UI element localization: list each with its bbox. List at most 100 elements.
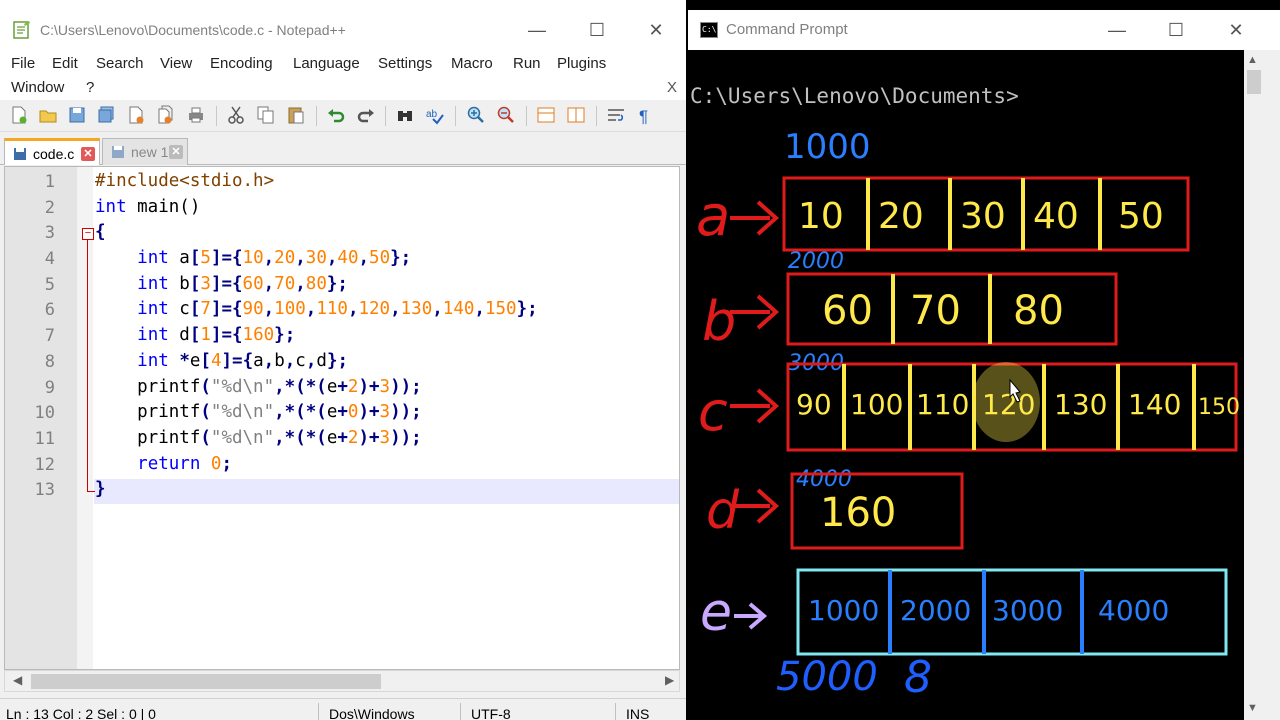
minimize-button[interactable]: — xyxy=(522,16,552,44)
find-icon[interactable] xyxy=(395,105,415,125)
array-d-annotation: d 4000 160 xyxy=(706,467,964,550)
line-number: 9 xyxy=(44,378,55,398)
array-e-annotation: e 1000 2000 3000 4000 5000 8 xyxy=(700,568,1228,703)
close-button[interactable]: ✕ xyxy=(641,16,671,44)
maximize-button[interactable]: ☐ xyxy=(582,16,612,44)
menu-run[interactable]: Run xyxy=(513,55,541,72)
print-icon[interactable] xyxy=(186,105,206,125)
fold-toggle-icon[interactable]: − xyxy=(82,228,94,240)
cmd-window-title: Command Prompt xyxy=(726,21,848,38)
code-line-5: int b[3]={60,70,80}; xyxy=(137,274,348,294)
array-cells: 60 70 80 xyxy=(822,288,1064,334)
cmd-vertical-scrollbar[interactable]: ▲ ▼ xyxy=(1244,50,1280,720)
scrollbar-thumb[interactable] xyxy=(31,674,381,689)
cell-value: 140 xyxy=(1128,388,1181,421)
tab-label: new 1 xyxy=(131,144,169,160)
cell-value: 110 xyxy=(916,388,969,421)
sync-horizontal-icon[interactable] xyxy=(566,105,586,125)
scrollbar-thumb[interactable] xyxy=(1247,70,1261,94)
menu-edit[interactable]: Edit xyxy=(52,55,78,72)
copy-icon[interactable] xyxy=(256,105,276,125)
zoom-out-icon[interactable] xyxy=(496,105,516,125)
menu-view[interactable]: View xyxy=(160,55,192,72)
code-editor[interactable]: − 1 2 3 4 5 6 7 8 9 10 11 12 13 #include… xyxy=(4,166,680,670)
menu-search[interactable]: Search xyxy=(96,55,144,72)
fold-range-line xyxy=(87,240,88,492)
insert-mode: INS xyxy=(626,706,650,720)
code-line-3: { xyxy=(95,222,106,242)
label-b: b xyxy=(702,290,736,353)
horizontal-scrollbar[interactable]: ◀ ▶ xyxy=(4,670,680,692)
new-file-icon[interactable] xyxy=(9,105,29,125)
show-all-characters-icon[interactable]: ¶ xyxy=(636,105,656,125)
scroll-left-icon[interactable]: ◀ xyxy=(13,673,22,687)
open-file-icon[interactable] xyxy=(38,105,58,125)
address-b: 2000 xyxy=(788,249,844,274)
svg-text:¶: ¶ xyxy=(639,107,648,125)
undo-icon[interactable] xyxy=(326,105,346,125)
notepad-plus-plus-icon xyxy=(13,21,30,39)
minimize-button[interactable]: — xyxy=(1102,16,1132,44)
cell-value: 3000 xyxy=(992,594,1063,627)
pointer-array-size: 8 xyxy=(904,652,932,703)
cut-icon[interactable] xyxy=(226,105,246,125)
close-document-button[interactable]: X xyxy=(667,79,677,96)
line-number: 2 xyxy=(44,198,55,218)
code-line-6: int c[7]={90,100,110,120,130,140,150}; xyxy=(137,299,538,319)
save-all-icon[interactable] xyxy=(96,105,116,125)
close-button[interactable]: ✕ xyxy=(1221,16,1251,44)
toolbar-separator xyxy=(316,106,317,126)
scroll-right-icon[interactable]: ▶ xyxy=(665,673,674,687)
scroll-down-icon[interactable]: ▼ xyxy=(1247,702,1258,714)
menu-plugins[interactable]: Plugins xyxy=(557,55,606,72)
cell-value: 10 xyxy=(798,196,844,237)
line-number: 7 xyxy=(44,326,55,346)
menu-language[interactable]: Language xyxy=(293,55,360,72)
code-line-8: int *e[4]={a,b,c,d}; xyxy=(137,351,349,371)
save-status-icon xyxy=(14,148,26,160)
scroll-up-icon[interactable]: ▲ xyxy=(1247,54,1258,66)
cell-value: 160 xyxy=(820,490,896,536)
word-wrap-icon[interactable] xyxy=(606,105,626,125)
tab-code-c[interactable]: code.c ✕ xyxy=(4,138,100,165)
fold-margin xyxy=(77,167,93,669)
paste-icon[interactable] xyxy=(286,105,306,125)
code-line-10: printf("%d\n",*(*(e+0)+3)); xyxy=(95,402,422,422)
tab-new-1[interactable]: new 1 ✕ xyxy=(102,138,188,165)
cell-value: 70 xyxy=(910,288,961,334)
menu-file[interactable]: File xyxy=(11,55,35,72)
save-icon[interactable] xyxy=(67,105,87,125)
close-tab-icon[interactable]: ✕ xyxy=(169,145,183,159)
npp-status-bar: Ln : 13 Col : 2 Sel : 0 | 0 Dos\Windows … xyxy=(0,698,686,720)
handwritten-annotation-layer: a 1000 10 20 30 40 50 b 2000 60 70 80 c … xyxy=(696,127,1240,703)
close-tab-icon[interactable]: ✕ xyxy=(81,147,95,161)
close-file-icon[interactable] xyxy=(126,105,146,125)
cmd-title-bar: C:\ Command Prompt — ☐ ✕ xyxy=(688,10,1280,50)
zoom-in-icon[interactable] xyxy=(466,105,486,125)
maximize-button[interactable]: ☐ xyxy=(1161,16,1191,44)
fold-range-end xyxy=(87,491,95,492)
code-line-13: } xyxy=(95,479,106,499)
close-all-icon[interactable] xyxy=(156,105,176,125)
menu-encoding[interactable]: Encoding xyxy=(210,55,273,72)
tab-label: code.c xyxy=(33,146,75,162)
menu-settings[interactable]: Settings xyxy=(378,55,432,72)
menu-help[interactable]: ? xyxy=(86,79,94,96)
menu-window[interactable]: Window xyxy=(11,79,64,96)
sync-vertical-icon[interactable] xyxy=(536,105,556,125)
cell-value: 20 xyxy=(878,196,924,237)
code-line-1: #include<stdio.h> xyxy=(95,171,275,191)
cell-value: 2000 xyxy=(900,594,971,627)
address-a: 1000 xyxy=(784,127,871,167)
arrow-icon xyxy=(734,488,780,524)
current-line-highlight xyxy=(94,479,679,504)
cell-value: 120 xyxy=(982,388,1035,421)
line-number: 8 xyxy=(44,352,55,372)
replace-icon[interactable]: ab xyxy=(425,105,445,125)
toolbar-separator xyxy=(455,106,456,126)
redo-icon[interactable] xyxy=(356,105,376,125)
status-separator xyxy=(460,703,461,720)
menu-macro[interactable]: Macro xyxy=(451,55,493,72)
cell-value: 130 xyxy=(1054,388,1107,421)
address-e: 5000 xyxy=(776,654,878,700)
